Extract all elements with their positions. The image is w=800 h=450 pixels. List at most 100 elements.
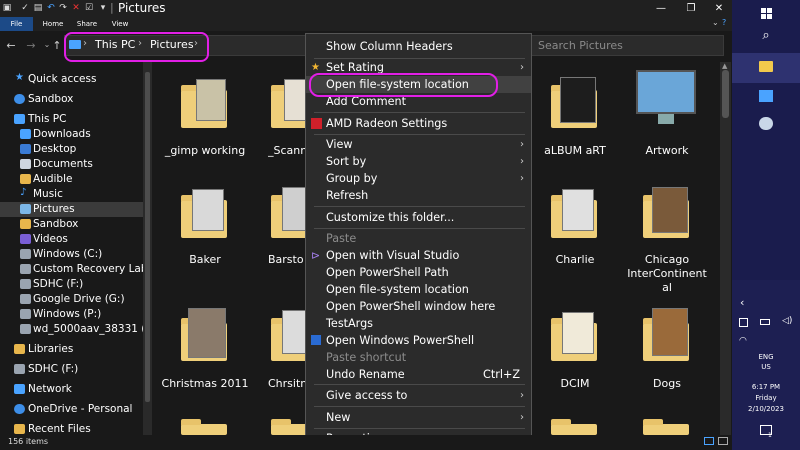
nav-item-recovery[interactable]: Custom Recovery Label bbox=[0, 262, 143, 277]
nav-item-videos[interactable]: Videos bbox=[0, 232, 143, 247]
show-hidden-icons-chevron-icon[interactable]: ‹ bbox=[740, 296, 744, 309]
grid-item-label: aLBUM aRT bbox=[544, 144, 606, 157]
wifi-icon[interactable]: ◠ bbox=[739, 336, 747, 346]
menu-label: New bbox=[326, 411, 351, 424]
nav-scroll-thumb[interactable] bbox=[145, 72, 150, 402]
tab-view[interactable]: View bbox=[106, 17, 134, 31]
menu-item-open-powershell-window[interactable]: Open PowerShell window here bbox=[306, 298, 531, 315]
back-arrow-icon[interactable]: ← bbox=[4, 39, 18, 52]
large-icons-view-icon[interactable] bbox=[718, 437, 728, 445]
grid-item[interactable] bbox=[268, 75, 310, 138]
language-indicator[interactable]: ENG bbox=[732, 352, 800, 362]
menu-item-open-file-system-location-2[interactable]: Open file-system location bbox=[306, 281, 531, 298]
nav-item-sdhc-f-2[interactable]: SDHC (F:) bbox=[0, 362, 143, 377]
menu-item-show-column-headers[interactable]: Show Column Headers bbox=[306, 38, 531, 55]
grid-item[interactable] bbox=[178, 308, 230, 371]
nav-item-this-pc[interactable]: This PC bbox=[0, 112, 143, 127]
search-input[interactable]: Search Pictures bbox=[531, 35, 724, 56]
tab-share[interactable]: Share bbox=[72, 17, 102, 31]
grid-item[interactable] bbox=[640, 308, 692, 371]
menu-item-open-visual-studio[interactable]: ⊳ Open with Visual Studio bbox=[306, 247, 531, 264]
menu-item-give-access[interactable]: Give access to › bbox=[306, 387, 531, 404]
grid-item[interactable] bbox=[178, 75, 230, 138]
breadcrumb-pictures[interactable]: Pictures bbox=[150, 38, 194, 51]
taskbar-file-explorer[interactable] bbox=[732, 53, 800, 83]
nav-item-quick-access[interactable]: ★ Quick access bbox=[0, 72, 143, 87]
battery-icon[interactable] bbox=[760, 319, 770, 325]
nav-item-music[interactable]: ♪ Music bbox=[0, 187, 143, 202]
new-folder-icon[interactable]: ▤ bbox=[33, 3, 43, 13]
content-scroll-thumb[interactable] bbox=[722, 70, 729, 118]
menu-item-undo-rename[interactable]: Undo Rename Ctrl+Z bbox=[306, 366, 531, 383]
drive-icon bbox=[20, 249, 31, 259]
properties-icon[interactable]: ✓ bbox=[20, 3, 30, 13]
clock-day[interactable]: Friday bbox=[732, 393, 800, 403]
details-view-icon[interactable] bbox=[704, 437, 714, 445]
search-icon[interactable]: ⌕ bbox=[732, 28, 800, 46]
scroll-up-icon[interactable]: ▲ bbox=[722, 62, 727, 70]
menu-item-open-windows-powershell[interactable]: Open Windows PowerShell bbox=[306, 332, 531, 349]
grid-item[interactable] bbox=[640, 185, 692, 248]
nav-item-windows-p[interactable]: Windows (P:) bbox=[0, 307, 143, 322]
breadcrumb-this-pc[interactable]: This PC bbox=[95, 38, 135, 51]
taskbar-paint[interactable] bbox=[732, 115, 800, 135]
grid-item[interactable] bbox=[548, 308, 600, 371]
nav-item-sandbox[interactable]: Sandbox bbox=[0, 92, 143, 107]
menu-item-refresh[interactable]: Refresh bbox=[306, 187, 531, 204]
grid-item[interactable] bbox=[268, 308, 310, 371]
nav-item-documents[interactable]: Documents bbox=[0, 157, 143, 172]
grid-item[interactable] bbox=[548, 185, 600, 248]
nav-item-network[interactable]: Network bbox=[0, 382, 143, 397]
nav-item-windows-c[interactable]: Windows (C:) bbox=[0, 247, 143, 262]
nav-item-sdhc-f[interactable]: SDHC (F:) bbox=[0, 277, 143, 292]
minimize-button[interactable]: — bbox=[646, 0, 676, 17]
menu-label: Refresh bbox=[326, 189, 369, 202]
folder-icon bbox=[20, 174, 31, 184]
nav-item-downloads[interactable]: Downloads bbox=[0, 127, 143, 142]
menu-item-amd-radeon-settings[interactable]: AMD Radeon Settings bbox=[306, 115, 531, 132]
start-button[interactable] bbox=[732, 6, 800, 22]
window-title: Pictures bbox=[118, 1, 166, 15]
customize-quick-access-icon[interactable]: ▾ bbox=[98, 3, 108, 13]
check-icon[interactable]: ☑ bbox=[84, 3, 94, 13]
ribbon-expand-icon[interactable]: ⌄ bbox=[712, 18, 719, 27]
nav-item-libraries[interactable]: Libraries bbox=[0, 342, 143, 357]
nav-item-desktop[interactable]: Desktop bbox=[0, 142, 143, 157]
maximize-button[interactable]: ❐ bbox=[676, 0, 706, 17]
region-indicator[interactable]: US bbox=[732, 362, 800, 372]
menu-item-sort-by[interactable]: Sort by › bbox=[306, 153, 531, 170]
grid-item[interactable] bbox=[548, 75, 600, 138]
menu-item-view[interactable]: View › bbox=[306, 136, 531, 153]
volume-icon[interactable]: ◁) bbox=[782, 316, 792, 326]
menu-item-testargs[interactable]: TestArgs bbox=[306, 315, 531, 332]
nav-item-google-drive[interactable]: Google Drive (G:) bbox=[0, 292, 143, 307]
grid-item[interactable] bbox=[268, 185, 310, 248]
delete-icon[interactable]: ✕ bbox=[71, 3, 81, 13]
nav-item-pictures[interactable]: Pictures bbox=[0, 202, 143, 217]
close-button[interactable]: ✕ bbox=[704, 0, 734, 17]
help-icon[interactable]: ? bbox=[722, 18, 726, 27]
undo-icon[interactable]: ↶ bbox=[46, 3, 56, 13]
tab-home[interactable]: Home bbox=[38, 17, 68, 31]
taskbar-control-panel[interactable] bbox=[732, 88, 800, 108]
chevron-right-icon: › bbox=[520, 390, 524, 401]
nav-item-onedrive[interactable]: OneDrive - Personal bbox=[0, 402, 143, 417]
tab-file[interactable]: File bbox=[0, 17, 33, 31]
windows-logo-pane bbox=[761, 14, 766, 19]
music-note-icon: ♪ bbox=[20, 187, 27, 198]
screen-capture-icon[interactable] bbox=[739, 318, 748, 327]
clock-date[interactable]: 2/10/2023 bbox=[732, 404, 800, 414]
redo-icon[interactable]: ↷ bbox=[58, 3, 68, 13]
menu-item-new[interactable]: New › bbox=[306, 409, 531, 426]
nav-item-network-drive[interactable]: wd_5000aav_38331 (\\ bbox=[0, 322, 143, 337]
clock-time[interactable]: 6:17 PM bbox=[732, 382, 800, 392]
nav-item-sandbox-2[interactable]: Sandbox bbox=[0, 217, 143, 232]
menu-item-customize-folder[interactable]: Customize this folder... bbox=[306, 209, 531, 226]
menu-item-open-powershell-path[interactable]: Open PowerShell Path bbox=[306, 264, 531, 281]
nav-item-audible[interactable]: Audible bbox=[0, 172, 143, 187]
grid-item[interactable] bbox=[636, 70, 698, 136]
menu-item-group-by[interactable]: Group by › bbox=[306, 170, 531, 187]
up-arrow-icon[interactable]: ↑ bbox=[50, 39, 64, 52]
forward-arrow-icon[interactable]: → bbox=[24, 39, 38, 52]
grid-item[interactable] bbox=[178, 185, 230, 248]
